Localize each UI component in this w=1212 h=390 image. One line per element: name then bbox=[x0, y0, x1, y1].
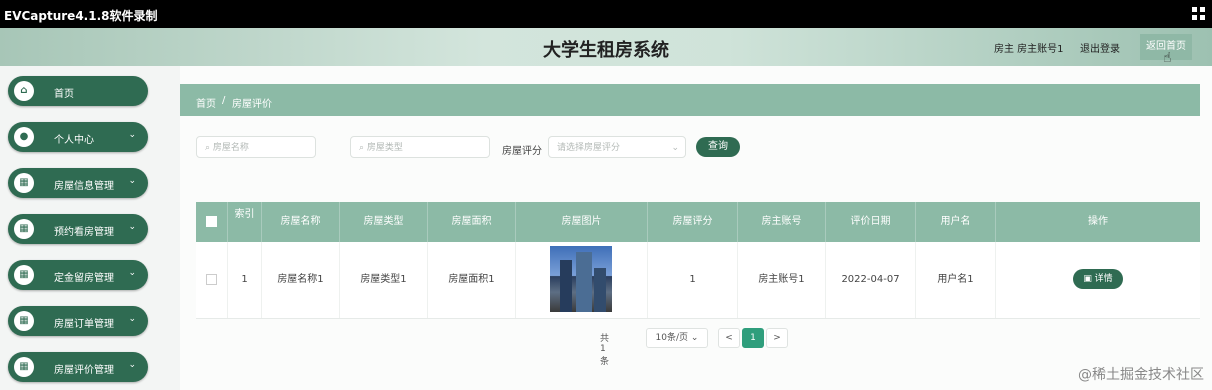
search-button[interactable]: 查询 bbox=[696, 137, 740, 157]
cell-date: 2022-04-07 bbox=[826, 242, 916, 318]
score-label: 房屋评分 bbox=[502, 146, 542, 157]
cell-owner: 房主账号1 bbox=[738, 242, 826, 318]
grid-icon: ▦ bbox=[14, 219, 34, 239]
sidebar-item-label: 房屋信息管理 bbox=[54, 181, 114, 192]
col-header-name[interactable]: 房屋名称 bbox=[262, 202, 340, 242]
cell-name: 房屋名称1 bbox=[262, 242, 340, 318]
cell-area: 房屋面积1 bbox=[428, 242, 516, 318]
score-placeholder: 请选择房屋评分 bbox=[557, 143, 621, 153]
house-type-input[interactable]: ⌕ 房屋类型 bbox=[350, 136, 490, 158]
recorder-title: EVCapture4.1.8软件录制 bbox=[4, 9, 158, 23]
row-select-cell bbox=[196, 242, 228, 318]
col-header-type[interactable]: 房屋类型 bbox=[340, 202, 428, 242]
home-icon: ⌂ bbox=[14, 81, 34, 101]
recorder-titlebar: EVCapture4.1.8软件录制 bbox=[0, 0, 1212, 28]
pagination-total: 共 1 条 bbox=[600, 334, 610, 367]
grid-icon[interactable] bbox=[1192, 7, 1206, 21]
sidebar-item-house-info[interactable]: ▦ 房屋信息管理 ⌄ bbox=[8, 168, 148, 198]
select-all-cell bbox=[196, 202, 228, 242]
breadcrumb-current: 房屋评价 bbox=[232, 99, 272, 110]
col-header-score[interactable]: 房屋评分 bbox=[648, 202, 738, 242]
house-image[interactable] bbox=[550, 246, 612, 312]
user-role-text: 房主 房主账号1 bbox=[994, 44, 1064, 55]
chevron-down-icon: ⌄ bbox=[128, 176, 136, 186]
score-select[interactable]: 请选择房屋评分 ⌄ bbox=[548, 136, 686, 158]
grid-icon: ▦ bbox=[14, 173, 34, 193]
app-header: 大学生租房系统 房主 房主账号1 退出登录 返回首页 bbox=[0, 28, 1212, 66]
search-icon: ⌕ bbox=[205, 143, 213, 153]
house-type-placeholder: 房屋类型 bbox=[366, 143, 403, 153]
chevron-down-icon: ⌄ bbox=[128, 130, 136, 140]
sidebar-item-orders[interactable]: ▦ 房屋订单管理 ⌄ bbox=[8, 306, 148, 336]
mouse-cursor-icon: ☝ bbox=[1163, 50, 1172, 66]
col-header-action: 操作 bbox=[1088, 216, 1108, 227]
sidebar-item-label: 定金留房管理 bbox=[54, 273, 114, 284]
cell-action: ▣ 详情 bbox=[996, 242, 1200, 318]
grid-icon: ▦ bbox=[14, 265, 34, 285]
page-size-select[interactable]: 10条/页 ⌄ bbox=[646, 328, 708, 348]
sidebar-item-home[interactable]: ⌂ 首页 bbox=[8, 76, 148, 106]
sidebar-item-label: 房屋评价管理 bbox=[54, 365, 114, 376]
next-page-button[interactable]: > bbox=[766, 328, 788, 348]
chevron-down-icon: ⌄ bbox=[690, 333, 699, 343]
table-header: 索引 房屋名称 房屋类型 房屋面积 房屋图片 房屋评分 房主账号 评价日期 用户… bbox=[196, 202, 1200, 242]
sidebar-item-label: 首页 bbox=[54, 89, 74, 100]
sidebar-item-viewing[interactable]: ▦ 预约看房管理 ⌄ bbox=[8, 214, 148, 244]
col-header-image: 房屋图片 bbox=[516, 202, 648, 242]
house-name-placeholder: 房屋名称 bbox=[212, 143, 249, 153]
details-button[interactable]: ▣ 详情 bbox=[1073, 269, 1123, 289]
col-header-user[interactable]: 用户名 bbox=[916, 202, 996, 242]
sidebar-item-label: 房屋订单管理 bbox=[54, 319, 114, 330]
cell-score: 1 bbox=[648, 242, 738, 318]
sidebar-item-deposit[interactable]: ▦ 定金留房管理 ⌄ bbox=[8, 260, 148, 290]
grid-icon: ▦ bbox=[14, 357, 34, 377]
cell-index: 1 bbox=[228, 242, 262, 318]
sidebar-item-personal-center[interactable]: ● 个人中心 ⌄ bbox=[8, 122, 148, 152]
user-icon: ● bbox=[14, 127, 34, 147]
cell-type: 房屋类型1 bbox=[340, 242, 428, 318]
breadcrumb: 首页 / 房屋评价 bbox=[180, 84, 1200, 116]
breadcrumb-home[interactable]: 首页 bbox=[196, 95, 216, 110]
chevron-down-icon: ⌄ bbox=[671, 143, 679, 153]
cell-image bbox=[516, 242, 648, 318]
sidebar-item-label: 预约看房管理 bbox=[54, 227, 114, 238]
chevron-down-icon: ⌄ bbox=[128, 360, 136, 370]
sidebar-item-reviews[interactable]: ▦ 房屋评价管理 ⌄ bbox=[8, 352, 148, 382]
search-icon: ⌕ bbox=[359, 143, 367, 153]
sidebar-item-label: 个人中心 bbox=[54, 135, 94, 146]
chevron-down-icon: ⌄ bbox=[128, 268, 136, 278]
search-bar: ⌕ 房屋名称 ⌕ 房屋类型 房屋评分 请选择房屋评分 ⌄ 查询 bbox=[196, 136, 1196, 160]
col-header-index[interactable]: 索引 bbox=[228, 202, 262, 242]
col-header-date[interactable]: 评价日期 bbox=[826, 202, 916, 242]
chevron-down-icon: ⌄ bbox=[128, 222, 136, 232]
breadcrumb-separator: / bbox=[222, 95, 226, 106]
page-button-current[interactable]: 1 bbox=[742, 328, 764, 348]
main-content: 首页 / 房屋评价 ⌕ 房屋名称 ⌕ 房屋类型 房屋评分 请选择房屋评分 ⌄ 查… bbox=[180, 66, 1212, 390]
select-all-checkbox[interactable] bbox=[206, 215, 217, 227]
house-name-input[interactable]: ⌕ 房屋名称 bbox=[196, 136, 316, 158]
table-row: 1 房屋名称1 房屋类型1 房屋面积1 1 房主账号1 2022-04-07 用… bbox=[196, 242, 1200, 319]
cell-user: 用户名1 bbox=[916, 242, 996, 318]
grid-icon: ▦ bbox=[14, 311, 34, 331]
prev-page-button[interactable]: < bbox=[718, 328, 740, 348]
col-header-area[interactable]: 房屋面积 bbox=[428, 202, 516, 242]
row-checkbox[interactable] bbox=[206, 273, 217, 285]
page-size-label: 10条/页 bbox=[655, 333, 689, 343]
col-header-owner[interactable]: 房主账号 bbox=[738, 202, 826, 242]
watermark: @稀土掘金技术社区 bbox=[1078, 367, 1204, 383]
chevron-down-icon: ⌄ bbox=[128, 314, 136, 324]
logout-link[interactable]: 退出登录 bbox=[1080, 40, 1120, 55]
